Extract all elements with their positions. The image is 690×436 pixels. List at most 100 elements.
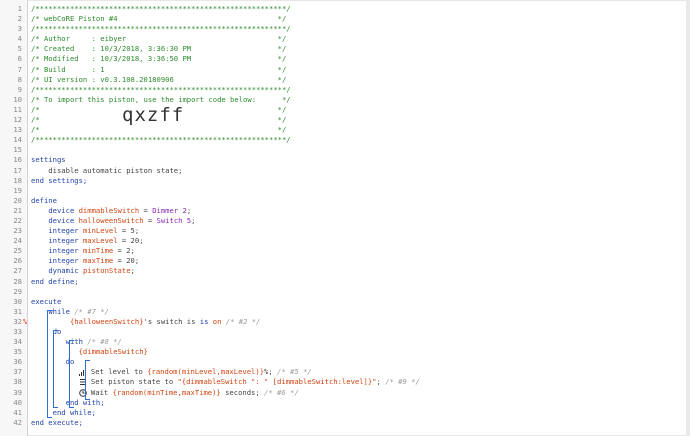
code-text: dynamic pistonState; [48,266,135,276]
line-number: 25 [13,246,22,256]
code-text: /* Modified : 10/3/2018, 3:36:50 PM */ [31,54,287,64]
code-text: device halloweenSwitch = Switch 5; [48,215,196,225]
vertical-scrollbar[interactable] [686,0,690,436]
line-number: 11 [13,104,22,114]
code-line-32: 32% {halloweenSwitch}'s switch is is on … [0,317,686,327]
code-line-2: 2 /* webCoRE Piston #4 */ [0,14,686,24]
line-number: 34 [13,337,22,347]
code-line-6: 6 /* Modified : 10/3/2018, 3:36:50 PM */ [0,54,686,64]
code-line-19: 19 [0,186,686,196]
line-number: 38 [13,377,22,387]
line-number: 1 [17,4,22,13]
code-text: end while; [52,407,96,417]
code-line-16: 16 settings [0,155,686,165]
code-text: define [31,195,57,205]
code-line-5: 5 /* Created : 10/3/2018, 3:36:30 PM */ [0,44,686,54]
code-text: /* UI version : v0.3.108.20180906 */ [31,74,287,84]
code-text: device dimmableSwitch = Dimmer 2; [48,205,192,215]
code-line-12: 12/* */ [0,115,686,125]
code-line-9: 9 /**************************************… [0,85,686,95]
code-line-36: 36 do [0,357,686,367]
line-number: 32 [13,316,22,326]
line-number: 16 [13,155,22,165]
code-line-1: 1 /**************************************… [0,4,686,14]
line-number: 40 [13,397,22,407]
line-number: 14 [13,135,22,145]
code-line-11: 11/* */ [0,105,686,115]
code-text: end settings; [31,175,88,185]
code-text: integer minLevel = 5; [48,226,140,236]
line-number: 13 [13,125,22,135]
code-line-27: 27 dynamic pistonState; [0,266,686,276]
condition-marker-icon: % [23,317,27,326]
line-number: 2 [17,14,22,24]
code-line-37: 37 Set level to {random(minLevel,maxLeve… [0,367,686,377]
code-text: /***************************************… [31,4,291,13]
line-number: 7 [17,64,22,74]
line-number: 17 [13,165,22,175]
line-number: 42 [13,417,22,427]
code-line-13: 13 /* */ [0,125,686,135]
code-line-4: 4 /* Author : eibyer */ [0,34,686,44]
do-block-bracket [53,330,58,408]
while-block-bracket [47,310,52,418]
line-number: 12 [13,115,22,125]
code-line-39: 39 Wait {random(minTime,maxTime)} second… [0,388,686,398]
code-line-41: 41 end while; [0,408,686,418]
code-text: settings [31,155,66,165]
code-line-31: 31 while /* #7 */ [0,307,686,317]
code-line-24: 24 integer maxLevel = 20; [0,236,686,246]
code-line-3: 3 /**************************************… [0,24,686,34]
code-text: {halloweenSwitch}'s switch is is on /* #… [69,316,261,326]
line-number: 4 [17,34,22,44]
code-text: /* Author : eibyer */ [31,34,287,44]
line-number: 33 [13,327,22,336]
code-text: integer minTime = 2; [48,246,135,256]
code-line-7: 7 /* Build : 1 */ [0,65,686,75]
code-text: integer maxLevel = 20; [48,236,144,246]
line-number: 26 [13,256,22,266]
line-number: 24 [13,236,22,246]
code-line-22: 22 device halloweenSwitch = Switch 5; [0,216,686,226]
code-line-34: 34 with /* #8 */ [0,337,686,347]
code-text: /* Created : 10/3/2018, 3:36:30 PM */ [31,44,287,54]
line-number: 21 [13,205,22,215]
line-number: 30 [13,296,22,306]
code-line-23: 23 integer minLevel = 5; [0,226,686,236]
code-line-25: 25 integer minTime = 2; [0,246,686,256]
code-text: /* webCoRE Piston #4 */ [31,14,287,24]
line-number: 5 [17,44,22,54]
code-text: execute [31,296,62,306]
line-number: 19 [13,185,22,195]
code-line-20: 20 define [0,196,686,206]
code-line-26: 26 integer maxTime = 20; [0,256,686,266]
code-line-29: 29 [0,287,686,297]
code-line-10: 10/* To import this piston, use the impo… [0,95,686,105]
code-text: with /* #8 */ [65,337,122,347]
line-number: 15 [13,145,22,155]
code-listing: 1 /**************************************… [0,4,686,428]
code-line-28: 28 end define; [0,277,686,287]
code-line-21: 21 device dimmableSwitch = Dimmer 2; [0,206,686,216]
code-line-8: 8 /* UI version : v0.3.108.20180906 */ [0,75,686,85]
line-number: 22 [13,215,22,225]
code-line-35: 35 {dimmableSwitch} [0,347,686,357]
line-number: 23 [13,226,22,236]
code-text: end with; [65,397,105,407]
code-line-18: 18 end settings; [0,176,686,186]
import-code: qxzff [122,104,185,126]
code-line-40: 40 end with; [0,398,686,408]
code-line-33: 33 do [0,327,686,337]
line-number: 37 [13,367,22,377]
line-number: 41 [13,407,22,417]
line-number: 8 [17,74,22,84]
code-line-17: 17 disable automatic piston state; [0,166,686,176]
line-number: 28 [13,276,22,286]
code-text: /***************************************… [31,84,291,94]
line-number: 6 [17,54,22,64]
code-line-30: 30 execute [0,297,686,307]
line-number: 35 [13,347,22,357]
code-text: /***************************************… [31,24,291,34]
code-text: disable automatic piston state; [31,165,183,175]
line-number: 36 [13,357,22,367]
